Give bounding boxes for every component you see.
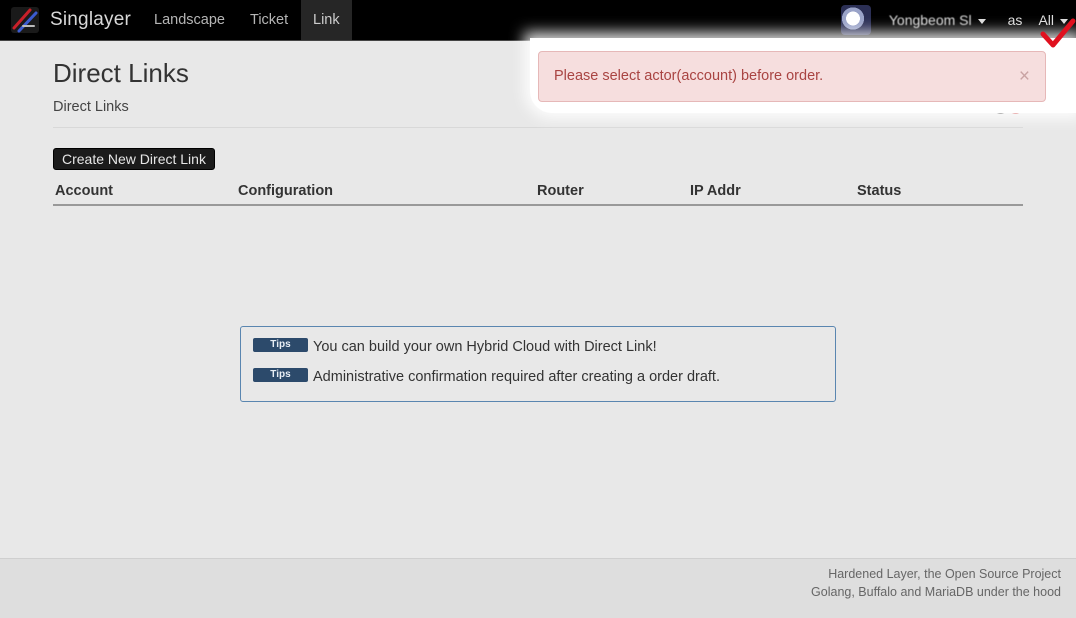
divider <box>53 127 1023 128</box>
as-label: as <box>1007 12 1023 28</box>
create-direct-link-button[interactable]: Create New Direct Link <box>53 148 215 170</box>
page-subtitle: Direct Links <box>53 99 129 115</box>
tip-text: You can build your own Hybrid Cloud with… <box>313 339 657 355</box>
tips-badge: Tips <box>253 338 308 352</box>
nav-item-link[interactable]: Link <box>301 0 352 40</box>
brand-name: Singlayer <box>50 9 132 30</box>
nav-item-landscape[interactable]: Landscape <box>142 0 237 40</box>
column-header-ip-addr: IP Addr <box>690 183 741 199</box>
tip-item: Tips Administrative confirmation require… <box>253 368 720 385</box>
tip-text: Administrative confirmation required aft… <box>313 369 720 385</box>
brand[interactable]: Singlayer <box>10 6 131 34</box>
top-navbar: Singlayer Landscape Ticket Link Yongbeom… <box>0 0 1076 41</box>
column-header-configuration: Configuration <box>238 183 334 199</box>
alert-message: Please select actor(account) before orde… <box>538 51 1046 102</box>
user-menu[interactable]: Yongbeom Sl <box>889 12 986 28</box>
user-name: Yongbeom Sl <box>888 12 972 28</box>
nav-item-ticket[interactable]: Ticket <box>238 0 300 40</box>
checkmark-icon <box>1040 18 1076 48</box>
avatar[interactable] <box>840 5 871 35</box>
tips-box: Tips You can build your own Hybrid Cloud… <box>240 326 836 402</box>
close-icon[interactable]: × <box>1019 67 1030 86</box>
footer-line-2: Golang, Buffalo and MariaDB under the ho… <box>811 585 1061 599</box>
column-header-router: Router <box>537 183 584 199</box>
alert-text: Please select actor(account) before orde… <box>554 68 824 84</box>
column-header-account: Account <box>55 183 113 199</box>
user-area: Yongbeom Sl as All <box>840 0 1068 40</box>
column-header-status: Status <box>857 183 902 199</box>
footer: Hardened Layer, the Open Source Project … <box>0 558 1076 618</box>
page-title: Direct Links <box>53 58 189 88</box>
tips-badge: Tips <box>253 368 308 382</box>
chevron-down-icon <box>977 18 986 24</box>
footer-line-1: Hardened Layer, the Open Source Project <box>828 567 1061 581</box>
singlayer-logo-icon <box>11 7 39 33</box>
tip-item: Tips You can build your own Hybrid Cloud… <box>253 338 657 355</box>
table-header: Account Configuration Router IP Addr Sta… <box>53 183 1023 206</box>
